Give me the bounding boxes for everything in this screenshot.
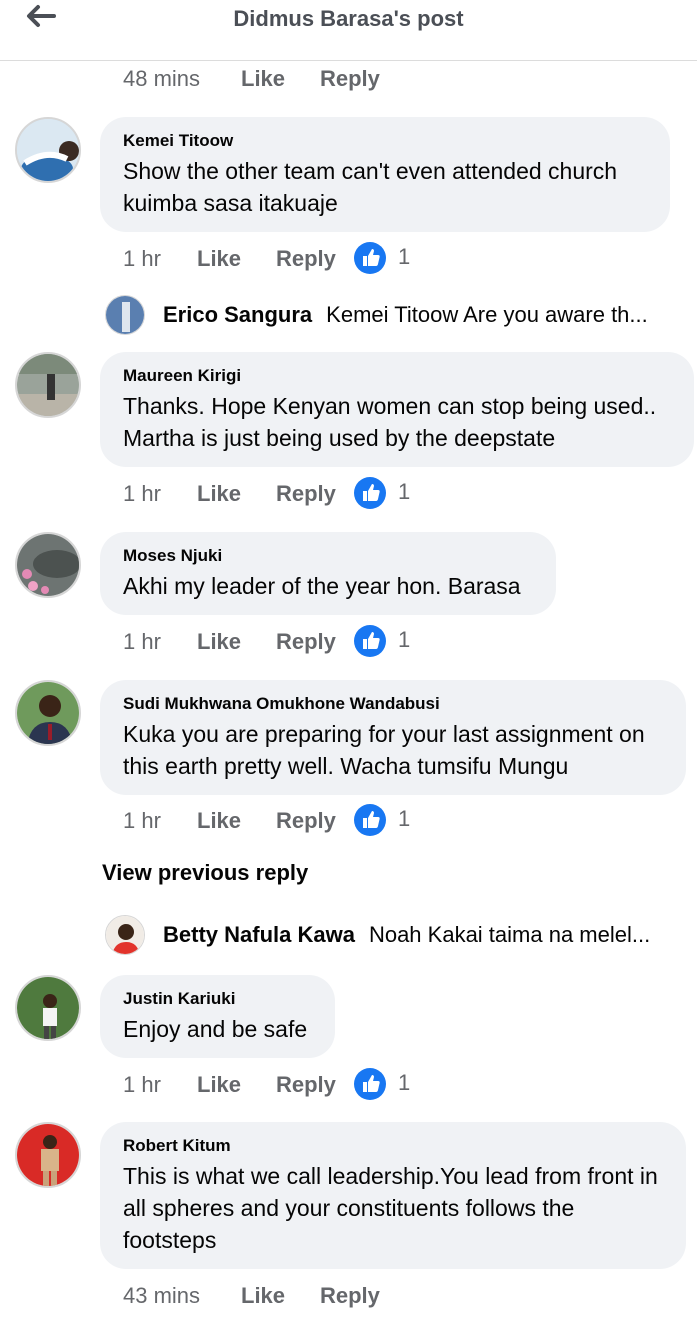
comment-author[interactable]: Sudi Mukhwana Omukhone Wandabusi: [123, 694, 663, 714]
like-button[interactable]: Like: [197, 629, 241, 655]
like-reaction-icon[interactable]: [354, 804, 386, 836]
reply-button[interactable]: Reply: [276, 1072, 336, 1098]
reaction-count: 1: [398, 627, 411, 652]
avatar[interactable]: [15, 117, 81, 183]
avatar[interactable]: [15, 680, 81, 746]
reply-button[interactable]: Reply: [276, 481, 336, 507]
reply-button[interactable]: Reply: [320, 1283, 380, 1309]
like-button[interactable]: Like: [241, 66, 285, 92]
reply-preview[interactable]: Betty Nafula Kawa Noah Kakai taima na me…: [105, 912, 650, 958]
comment-author[interactable]: Kemei Titoow: [123, 131, 647, 151]
avatar[interactable]: [15, 532, 81, 598]
avatar[interactable]: [105, 915, 145, 955]
reaction-count: 1: [398, 1070, 411, 1095]
comment-time: 1 hr: [123, 1072, 161, 1097]
reply-text: Noah Kakai taima na melel...: [368, 922, 651, 947]
comment-text: Kuka you are preparing for your last ass…: [123, 721, 645, 779]
comment-author[interactable]: Maureen Kirigi: [123, 366, 671, 386]
reply-button[interactable]: Reply: [276, 246, 336, 272]
like-reaction-icon[interactable]: [354, 242, 386, 274]
avatar[interactable]: [105, 295, 145, 335]
reply-text: Kemei Titoow Are you aware th...: [326, 302, 648, 327]
comment-bubble: Sudi Mukhwana Omukhone Wandabusi Kuka yo…: [100, 680, 686, 795]
avatar[interactable]: [15, 975, 81, 1041]
comment-text: Show the other team can't even attended …: [123, 158, 618, 216]
comment-time: 1 hr: [123, 246, 161, 271]
comment-text: This is what we call leadership.You lead…: [123, 1163, 658, 1253]
avatar[interactable]: [15, 352, 81, 418]
comment-bubble: Moses Njuki Akhi my leader of the year h…: [100, 532, 556, 615]
comment-author[interactable]: Moses Njuki: [123, 546, 533, 566]
avatar[interactable]: [15, 1122, 81, 1188]
comment-time: 43 mins: [123, 1283, 201, 1308]
comment-bubble: Robert Kitum This is what we call leader…: [100, 1122, 686, 1269]
reply-button[interactable]: Reply: [276, 629, 336, 655]
reply-author[interactable]: Betty Nafula Kawa: [163, 922, 355, 948]
like-button[interactable]: Like: [197, 1072, 241, 1098]
reaction-count: 1: [398, 244, 411, 269]
like-button[interactable]: Like: [241, 1283, 285, 1309]
like-reaction-icon[interactable]: [354, 477, 386, 509]
comment-time: 1 hr: [123, 808, 161, 833]
comment-text: Enjoy and be safe: [123, 1016, 308, 1042]
post-header: Didmus Barasa's post: [0, 0, 697, 61]
comment-bubble: Maureen Kirigi Thanks. Hope Kenyan women…: [100, 352, 694, 467]
comment-time: 48 mins: [123, 66, 201, 91]
reply-button[interactable]: Reply: [320, 66, 380, 92]
comment-text: Akhi my leader of the year hon. Barasa: [123, 573, 521, 599]
reaction-count: 1: [398, 806, 411, 831]
comment-bubble: Kemei Titoow Show the other team can't e…: [100, 117, 670, 232]
view-previous-reply-link[interactable]: View previous reply: [102, 860, 308, 886]
like-reaction-icon[interactable]: [354, 1068, 386, 1100]
reaction-count: 1: [398, 479, 411, 504]
comment-time: 1 hr: [123, 629, 161, 654]
reply-preview[interactable]: Erico Sangura Kemei Titoow Are you aware…: [105, 292, 648, 338]
comment-author[interactable]: Justin Kariuki: [123, 989, 312, 1009]
like-button[interactable]: Like: [197, 246, 241, 272]
comment-bubble: Justin Kariuki Enjoy and be safe: [100, 975, 335, 1058]
like-button[interactable]: Like: [197, 481, 241, 507]
reply-button[interactable]: Reply: [276, 808, 336, 834]
page-title: Didmus Barasa's post: [233, 6, 464, 31]
like-button[interactable]: Like: [197, 808, 241, 834]
like-reaction-icon[interactable]: [354, 625, 386, 657]
comment-text: Thanks. Hope Kenyan women can stop being…: [123, 393, 657, 451]
reply-author[interactable]: Erico Sangura: [163, 302, 312, 328]
comment-time: 1 hr: [123, 481, 161, 506]
comment-author[interactable]: Robert Kitum: [123, 1136, 663, 1156]
